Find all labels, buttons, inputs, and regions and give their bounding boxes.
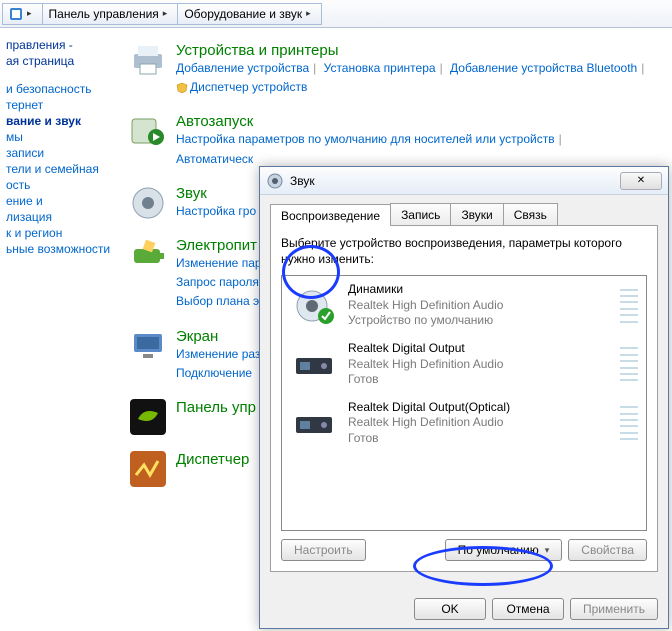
category-title[interactable]: Звук — [176, 185, 207, 202]
breadcrumb: ▸ Панель управления ▸ Оборудование и зву… — [0, 0, 672, 28]
category-link[interactable]: Добавление устройства Bluetooth — [450, 61, 637, 75]
category-autoplay: Автозапуск Настройка параметров по умолч… — [130, 113, 668, 168]
sidebar-item[interactable]: лизация — [6, 210, 114, 224]
chevron-right-icon: ▸ — [159, 8, 172, 19]
category-link[interactable]: Автоматическ — [176, 152, 253, 166]
device-driver: Realtek High Definition Audio — [348, 298, 620, 314]
breadcrumb-item-1[interactable]: Панель управления ▸ — [42, 3, 179, 25]
dialog-tabs: Воспроизведение Запись Звуки Связь — [270, 203, 658, 226]
category-link[interactable]: Изменение раз — [176, 347, 260, 361]
autoplay-icon — [130, 113, 166, 149]
apply-button[interactable]: Применить — [570, 598, 658, 620]
sidebar: правления - ая страница и безопасность т… — [0, 28, 120, 631]
sidebar-item[interactable]: ение и — [6, 194, 114, 208]
chevron-right-icon: ▸ — [23, 8, 36, 19]
device-name: Realtek Digital Output(Optical) — [348, 400, 620, 416]
dialog-titlebar[interactable]: Звук ✕ — [260, 167, 668, 195]
sidebar-heading: ая страница — [6, 54, 114, 68]
set-default-button[interactable]: По умолчанию — [445, 539, 563, 561]
close-icon: ✕ — [637, 175, 645, 186]
category-link[interactable]: Добавление устройства — [176, 61, 309, 75]
close-button[interactable]: ✕ — [620, 172, 662, 190]
speaker-icon — [130, 185, 166, 221]
tab-recording[interactable]: Запись — [390, 203, 451, 225]
properties-button[interactable]: Свойства — [568, 539, 647, 561]
sidebar-item[interactable]: ость — [6, 178, 114, 192]
sidebar-item[interactable]: записи — [6, 146, 114, 160]
sidebar-item[interactable]: ьные возможности — [6, 242, 114, 256]
level-meter-icon — [620, 289, 638, 323]
sidebar-item-active[interactable]: вание и звук — [6, 114, 114, 128]
category-link[interactable]: Изменение пар — [176, 256, 262, 270]
sidebar-item[interactable]: тернет — [6, 98, 114, 112]
category-link[interactable]: Настройка гро — [176, 204, 256, 218]
tab-panel-playback: Выберите устройство воспроизведения, пар… — [270, 226, 658, 572]
digital-device-icon — [290, 344, 338, 384]
category-link[interactable]: Настройка параметров по умолчанию для но… — [176, 132, 555, 146]
tab-sounds[interactable]: Звуки — [450, 203, 503, 225]
category-link[interactable]: Запрос пароля — [176, 275, 259, 289]
device-status: Устройство по умолчанию — [348, 313, 620, 329]
category-title[interactable]: Устройства и принтеры — [176, 42, 338, 59]
breadcrumb-label: Оборудование и звук — [184, 7, 302, 21]
speaker-icon — [266, 172, 284, 190]
device-name: Динамики — [348, 282, 620, 298]
category-title[interactable]: Панель упр — [176, 399, 256, 416]
level-meter-icon — [620, 406, 638, 440]
sidebar-item[interactable]: тели и семейная — [6, 162, 114, 176]
tab-playback[interactable]: Воспроизведение — [270, 204, 391, 226]
category-link[interactable]: Подключение — [176, 366, 252, 380]
level-meter-icon — [620, 347, 638, 381]
instruction-text: Выберите устройство воспроизведения, пар… — [281, 236, 647, 267]
ok-button[interactable]: OK — [414, 598, 486, 620]
category-title[interactable]: Автозапуск — [176, 113, 253, 130]
dialog-title: Звук — [290, 174, 315, 188]
speaker-device-icon — [290, 286, 338, 326]
category-link[interactable]: Установка принтера — [324, 61, 436, 75]
sidebar-item[interactable]: мы — [6, 130, 114, 144]
monitor-icon — [130, 328, 166, 364]
device-item[interactable]: Realtek Digital Output Realtek High Defi… — [282, 335, 646, 394]
category-title[interactable]: Электропит — [176, 237, 257, 254]
device-item[interactable]: Realtek Digital Output(Optical) Realtek … — [282, 394, 646, 453]
breadcrumb-root[interactable]: ▸ — [2, 3, 43, 25]
sound-dialog: Звук ✕ Воспроизведение Запись Звуки Связ… — [259, 166, 669, 629]
category-link[interactable]: Диспетчер устройств — [190, 80, 307, 94]
device-status: Готов — [348, 372, 620, 388]
category-title[interactable]: Экран — [176, 328, 218, 345]
category-link[interactable]: Выбор плана э — [176, 294, 259, 308]
configure-button[interactable]: Настроить — [281, 539, 366, 561]
nvidia-icon — [130, 399, 166, 435]
device-item[interactable]: Динамики Realtek High Definition Audio У… — [282, 276, 646, 335]
chevron-right-icon: ▸ — [302, 8, 315, 19]
breadcrumb-item-2[interactable]: Оборудование и звук ▸ — [177, 3, 321, 25]
printer-icon — [130, 42, 166, 78]
tab-communications[interactable]: Связь — [503, 203, 558, 225]
control-panel-icon — [9, 7, 23, 21]
device-driver: Realtek High Definition Audio — [348, 357, 620, 373]
sidebar-item[interactable]: и безопасность — [6, 82, 114, 96]
sidebar-item[interactable]: к и регион — [6, 226, 114, 240]
battery-icon — [130, 237, 166, 273]
realtek-icon — [130, 451, 166, 487]
cancel-button[interactable]: Отмена — [492, 598, 564, 620]
category-title[interactable]: Диспетчер — [176, 451, 249, 468]
digital-device-icon — [290, 403, 338, 443]
breadcrumb-label: Панель управления — [49, 7, 159, 21]
device-list[interactable]: Динамики Realtek High Definition Audio У… — [281, 275, 647, 531]
device-driver: Realtek High Definition Audio — [348, 415, 620, 431]
device-name: Realtek Digital Output — [348, 341, 620, 357]
category-devices-printers: Устройства и принтеры Добавление устройс… — [130, 42, 668, 97]
sidebar-heading: правления - — [6, 38, 114, 52]
shield-icon — [176, 82, 188, 94]
device-status: Готов — [348, 431, 620, 447]
